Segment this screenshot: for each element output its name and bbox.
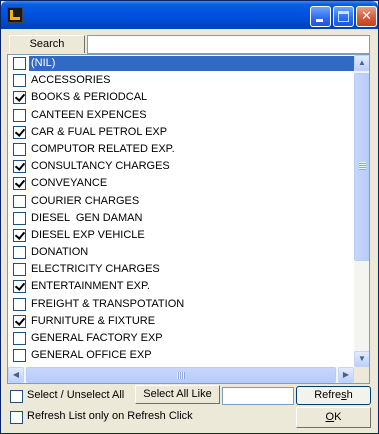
item-checkbox[interactable] [13,57,26,70]
list-item[interactable]: CAR & FUAL PETROL EXP [8,124,354,141]
list-item[interactable]: FREIGHT & TRANSPOTATION [8,296,354,313]
item-label[interactable]: GENERAL FACTORY EXP [29,331,165,346]
maximize-icon [338,11,349,22]
refresh-label-end: h [346,389,353,401]
item-checkbox[interactable] [13,160,26,174]
item-label[interactable]: (NIL) [29,56,354,71]
search-tab[interactable]: Search [9,35,85,53]
item-checkbox[interactable] [13,332,26,345]
list-item[interactable]: BOOKS & PERIODCAL [8,89,354,106]
item-label[interactable]: DIESEL GEN DAMAN [29,211,144,226]
item-label[interactable]: CANTEEN EXPENCES [29,108,149,123]
item-checkbox[interactable] [13,91,26,105]
item-checkbox[interactable] [13,211,26,225]
list-item[interactable]: DIESEL GEN DAMAN [8,210,354,227]
item-checkbox[interactable] [13,280,26,294]
list-item[interactable]: CONVEYANCE [8,175,354,192]
ok-mnemonic: O [325,411,335,423]
minimize-button[interactable] [310,6,331,27]
list-item[interactable]: (NIL) [8,55,354,72]
item-label[interactable]: ELECTRICITY CHARGES [29,262,162,277]
close-icon: ✕ [361,9,372,24]
item-checkbox[interactable] [13,194,26,208]
list-item[interactable]: COMPUTOR RELATED EXP. [8,141,354,158]
select-unselect-all-label[interactable]: Select / Unselect All [27,389,124,401]
ok-label-end: K [334,411,342,423]
scroll-left-button[interactable]: ◀ [8,367,24,383]
item-checkbox[interactable] [13,228,26,242]
scroll-up-button[interactable]: ▲ [354,55,369,71]
list-item[interactable]: DIESEL EXP VEHICLE [8,227,354,244]
item-label[interactable]: DIESEL EXP VEHICLE [29,228,147,243]
item-checkbox[interactable] [13,108,26,122]
close-button[interactable]: ✕ [356,6,377,27]
scroll-right-button[interactable]: ▶ [338,367,354,383]
item-checkbox[interactable] [13,349,26,363]
scrollbar-corner [354,367,369,383]
item-label[interactable]: COURIER CHARGES [29,194,141,209]
item-checkbox[interactable] [13,125,26,139]
item-label[interactable]: CAR & FUAL PETROL EXP [29,125,169,140]
select-like-input[interactable] [222,387,294,405]
list-item[interactable]: ELECTRICITY CHARGES [8,261,354,278]
dialog-window: ✕ Search (NIL) ACCESSORIES BOOKS & PERIODC… [0,0,379,434]
refresh-button[interactable]: Refresh [296,386,371,405]
ok-button[interactable]: OK [296,407,371,428]
item-checkbox[interactable] [13,314,26,328]
checkbox-list[interactable]: (NIL) ACCESSORIES BOOKS & PERIODCAL CANTEEN… [7,54,370,384]
item-label[interactable]: DONATION [29,245,90,260]
app-icon [7,7,23,23]
refresh-on-click-label[interactable]: Refresh List only on Refresh Click [27,410,193,422]
vertical-scrollbar[interactable]: ▲ ▼ [354,55,369,367]
item-label[interactable]: BOOKS & PERIODCAL [29,90,149,105]
item-label[interactable]: ENTERTAINMENT EXP. [29,279,152,294]
list-item[interactable]: GENERAL OFFICE EXP [8,347,354,364]
item-label[interactable]: FREIGHT & TRANSPOTATION [29,297,186,312]
item-checkbox[interactable] [13,263,26,277]
item-label[interactable]: CONSULTANCY CHARGES [29,159,172,174]
minimize-icon [316,19,323,22]
list-item[interactable]: CANTEEN EXPENCES [8,107,354,124]
search-input[interactable] [87,35,370,54]
item-checkbox[interactable] [13,246,26,260]
item-checkbox[interactable] [13,142,26,156]
list-items: (NIL) ACCESSORIES BOOKS & PERIODCAL CANTEEN… [8,55,354,364]
item-checkbox[interactable] [13,74,26,88]
item-label[interactable]: GENERAL OFFICE EXP [29,348,154,363]
list-item[interactable]: ENTERTAINMENT EXP. [8,278,354,295]
refresh-label-start: Refre [314,389,342,401]
list-item[interactable]: FURNITURE & FIXTURE [8,313,354,330]
vertical-scroll-thumb[interactable] [354,73,369,261]
list-item[interactable]: COURIER CHARGES [8,193,354,210]
list-item[interactable]: GENERAL FACTORY EXP [8,330,354,347]
item-label[interactable]: ACCESSORIES [29,73,112,88]
list-item[interactable]: ACCESSORIES [8,72,354,89]
select-all-like-button[interactable]: Select All Like [135,385,220,404]
list-item[interactable]: DONATION [8,244,354,261]
refresh-on-click-checkbox[interactable] [10,411,23,424]
item-checkbox[interactable] [13,177,26,191]
horizontal-scrollbar[interactable]: ◀ ▶ [8,367,354,383]
item-label[interactable]: CONVEYANCE [29,176,109,191]
horizontal-scroll-thumb[interactable] [26,367,336,383]
item-checkbox[interactable] [13,297,26,311]
item-label[interactable]: FURNITURE & FIXTURE [29,314,157,329]
scroll-down-button[interactable]: ▼ [354,351,369,367]
select-unselect-all-checkbox[interactable] [10,390,23,403]
maximize-button[interactable] [333,6,354,27]
item-label[interactable]: COMPUTOR RELATED EXP. [29,142,177,157]
list-item[interactable]: CONSULTANCY CHARGES [8,158,354,175]
title-bar[interactable]: ✕ [1,1,378,29]
